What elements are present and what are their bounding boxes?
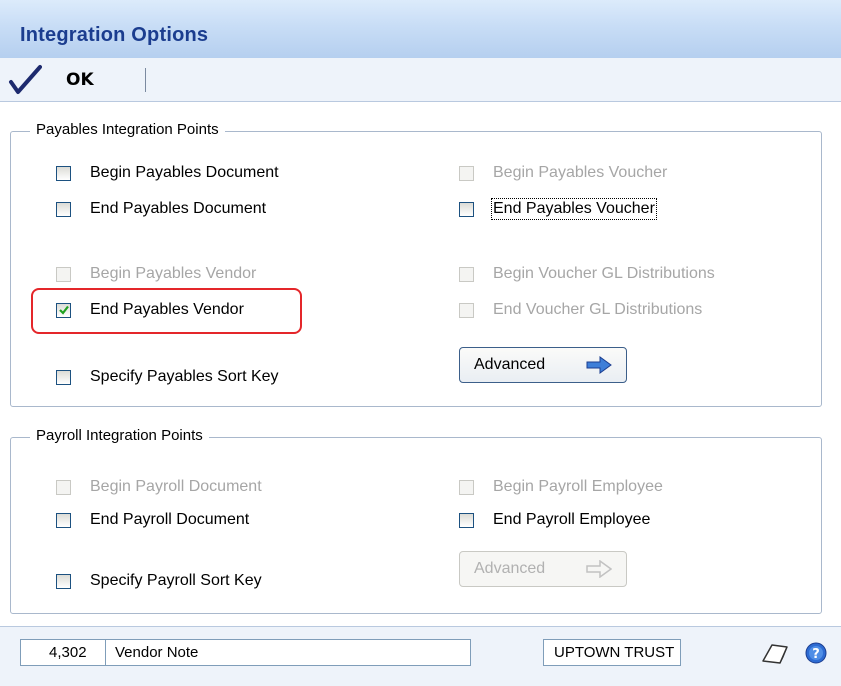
end-payroll-document-option[interactable]: End Payroll Document — [56, 509, 249, 531]
checkbox-label: Begin Payroll Document — [90, 478, 262, 495]
note-icon[interactable] — [760, 641, 790, 667]
toolbar-separator — [145, 68, 146, 92]
checkbox-label: End Payroll Employee — [493, 511, 651, 528]
advanced-label: Advanced — [474, 356, 546, 373]
company-field[interactable]: UPTOWN TRUST — [543, 639, 681, 666]
right-arrow-icon-disabled — [586, 560, 612, 578]
checkbox[interactable] — [56, 479, 71, 495]
record-number: 4,302 — [49, 644, 87, 661]
highlight-annotation — [31, 288, 302, 334]
svg-text:?: ? — [812, 647, 820, 662]
title-bar: Integration Options — [0, 0, 841, 59]
checkbox[interactable] — [459, 165, 474, 181]
checkbox-label: End Payables Document — [90, 200, 267, 217]
specify-payroll-sort-key-option[interactable]: Specify Payroll Sort Key — [56, 570, 262, 592]
checkmark-icon — [9, 65, 42, 94]
checkbox-label: Begin Voucher GL Distributions — [493, 265, 715, 282]
advanced-label: Advanced — [474, 560, 546, 577]
ok-label: OK — [66, 70, 94, 90]
right-arrow-icon — [586, 356, 612, 374]
begin-payroll-employee-option[interactable]: Begin Payroll Employee — [459, 476, 663, 498]
checkbox[interactable] — [459, 302, 474, 318]
begin-payables-document-option[interactable]: Begin Payables Document — [56, 162, 279, 184]
checkbox-label: Specify Payables Sort Key — [90, 368, 279, 385]
end-payroll-employee-option[interactable]: End Payroll Employee — [459, 509, 650, 531]
checkbox-label: Begin Payables Document — [90, 164, 279, 181]
checkbox[interactable] — [459, 266, 474, 282]
checkbox-label: Begin Payables Vendor — [90, 265, 257, 282]
checkbox[interactable] — [56, 201, 71, 217]
end-voucher-gl-distributions-option[interactable]: End Voucher GL Distributions — [459, 299, 702, 321]
specify-payables-sort-key-option[interactable]: Specify Payables Sort Key — [56, 366, 279, 388]
checkbox[interactable] — [459, 201, 474, 217]
payables-group-title: Payables Integration Points — [30, 121, 225, 138]
payables-advanced-button[interactable]: Advanced — [459, 347, 627, 383]
ok-button[interactable]: OK — [8, 62, 128, 96]
begin-payroll-document-option[interactable]: Begin Payroll Document — [56, 476, 262, 498]
help-icon[interactable]: ? — [805, 642, 827, 664]
checkbox[interactable] — [459, 512, 474, 528]
checkbox[interactable] — [56, 165, 71, 181]
checkbox-label: Begin Payroll Employee — [493, 478, 663, 495]
checkbox-label: End Payables Voucher — [491, 198, 657, 220]
end-payables-document-option[interactable]: End Payables Document — [56, 198, 266, 220]
begin-payables-voucher-option[interactable]: Begin Payables Voucher — [459, 162, 667, 184]
begin-voucher-gl-distributions-option[interactable]: Begin Voucher GL Distributions — [459, 263, 715, 285]
toolbar: OK — [0, 58, 841, 102]
payroll-group-title: Payroll Integration Points — [30, 427, 209, 444]
begin-payables-vendor-option[interactable]: Begin Payables Vendor — [56, 263, 256, 285]
payroll-advanced-button[interactable]: Advanced — [459, 551, 627, 587]
integration-options-window: Integration Options OK Payables Integrat… — [0, 0, 841, 686]
window-title: Integration Options — [20, 24, 209, 46]
field-divider — [105, 640, 106, 665]
checkbox-label: Begin Payables Voucher — [493, 164, 668, 181]
note-field[interactable]: 4,302 Vendor Note — [20, 639, 471, 666]
status-bar: 4,302 Vendor Note UPTOWN TRUST ? — [0, 626, 841, 686]
checkbox[interactable] — [459, 479, 474, 495]
checkbox[interactable] — [56, 573, 71, 589]
checkbox-label: End Payroll Document — [90, 511, 250, 528]
checkbox[interactable] — [56, 512, 71, 528]
record-name: Vendor Note — [115, 644, 199, 661]
checkbox-label: End Voucher GL Distributions — [493, 301, 703, 318]
end-payables-voucher-option[interactable]: End Payables Voucher — [459, 198, 657, 220]
checkbox-label: Specify Payroll Sort Key — [90, 572, 262, 589]
company-name: UPTOWN TRUST — [554, 644, 675, 661]
checkbox[interactable] — [56, 266, 71, 282]
checkbox[interactable] — [56, 369, 71, 385]
